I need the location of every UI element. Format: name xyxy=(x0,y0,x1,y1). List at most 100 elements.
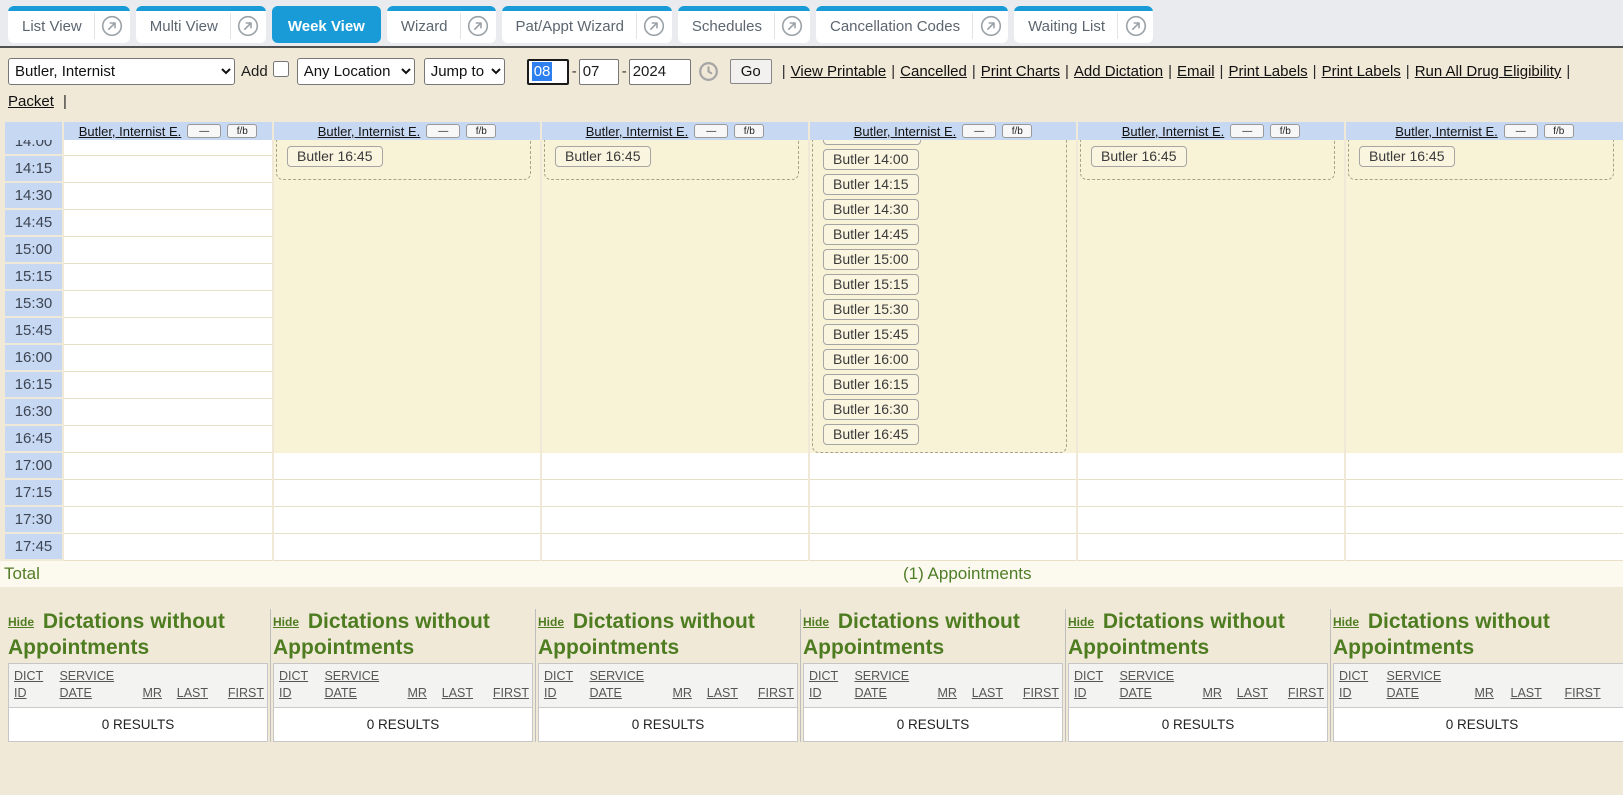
minimize-column-button[interactable]: — xyxy=(694,124,728,138)
provider-link[interactable]: Butler, Internist E. xyxy=(1395,124,1498,139)
popout-icon[interactable] xyxy=(636,13,672,39)
go-button[interactable]: Go xyxy=(730,59,772,84)
jump-to-select[interactable]: Jump to xyxy=(424,58,505,85)
column-header-line2[interactable]: LAST xyxy=(707,685,750,702)
column-header-line1[interactable]: SERVICE xyxy=(59,668,134,685)
column-header-line2[interactable]: FIRST xyxy=(1565,685,1623,702)
column-header-id[interactable]: DICTID xyxy=(539,664,585,708)
column-header-line2[interactable]: LAST xyxy=(972,685,1015,702)
column-header-line2[interactable]: DATE xyxy=(1387,685,1467,702)
column-header-line2[interactable]: FIRST xyxy=(758,685,794,702)
column-header-id[interactable]: DICTID xyxy=(1334,664,1382,708)
appointment-button[interactable]: Butler 15:00 xyxy=(823,249,919,270)
appointment-button[interactable]: Butler 14:45 xyxy=(823,224,919,245)
column-header-line2[interactable]: DATE xyxy=(589,685,664,702)
date-month-input[interactable]: 08 xyxy=(527,59,569,85)
popout-icon[interactable] xyxy=(230,13,266,39)
column-header-first[interactable]: FIRST xyxy=(488,664,533,708)
location-select[interactable]: Any Location xyxy=(297,58,415,85)
column-header-line2[interactable]: ID xyxy=(809,685,846,702)
column-header-line1[interactable]: DICT xyxy=(279,668,316,685)
column-header-line2[interactable]: LAST xyxy=(1511,685,1557,702)
tab-list-view[interactable]: List View xyxy=(8,6,130,43)
column-header-line1[interactable]: SERVICE xyxy=(324,668,399,685)
column-header-line2[interactable]: ID xyxy=(544,685,581,702)
column-header-last[interactable]: LAST xyxy=(1232,664,1283,708)
hide-link[interactable]: Hide xyxy=(1333,615,1359,629)
appointment-button[interactable]: Butler 15:15 xyxy=(823,274,919,295)
provider-link[interactable]: Butler, Internist E. xyxy=(1122,124,1225,139)
column-header-last[interactable]: LAST xyxy=(437,664,488,708)
column-header-line1[interactable]: SERVICE xyxy=(854,668,929,685)
toolbar-link-email[interactable]: Email xyxy=(1177,63,1215,80)
date-day-input[interactable]: 07 xyxy=(579,59,619,85)
column-header-first[interactable]: FIRST xyxy=(1018,664,1063,708)
toolbar-link-print-labels[interactable]: Print Labels xyxy=(1228,63,1307,80)
toolbar-link-print-charts[interactable]: Print Charts xyxy=(981,63,1060,80)
column-header-line2[interactable]: ID xyxy=(1074,685,1111,702)
schedule-day-column-5[interactable]: Butler 16:45 xyxy=(1078,140,1344,561)
popout-icon[interactable] xyxy=(94,13,130,39)
column-header-date[interactable]: SERVICEDATE xyxy=(54,664,137,708)
schedule-day-column-6[interactable]: Butler 16:45 xyxy=(1346,140,1623,561)
tab-schedules[interactable]: Schedules xyxy=(678,6,810,43)
schedule-day-column-2[interactable]: Butler 16:45 xyxy=(274,140,540,561)
appointment-button[interactable]: Butler 16:45 xyxy=(1091,146,1187,167)
column-header-line2[interactable]: DATE xyxy=(59,685,134,702)
column-header-line2[interactable]: FIRST xyxy=(1288,685,1324,702)
appointment-button[interactable]: Butler 15:45 xyxy=(823,324,919,345)
add-checkbox[interactable] xyxy=(273,61,289,77)
column-header-date[interactable]: SERVICEDATE xyxy=(1382,664,1470,708)
column-header-mr[interactable]: MR xyxy=(402,664,436,708)
column-header-line1[interactable]: SERVICE xyxy=(1387,668,1467,685)
hide-link[interactable]: Hide xyxy=(273,615,299,629)
clock-icon[interactable] xyxy=(698,61,719,82)
column-header-line2[interactable]: ID xyxy=(14,685,51,702)
column-header-date[interactable]: SERVICEDATE xyxy=(319,664,402,708)
column-header-date[interactable]: SERVICEDATE xyxy=(1114,664,1197,708)
column-header-line1[interactable]: DICT xyxy=(809,668,846,685)
tab-pat-appt-wizard[interactable]: Pat/Appt Wizard xyxy=(502,6,672,43)
column-header-date[interactable]: SERVICEDATE xyxy=(849,664,932,708)
column-header-line1[interactable]: DICT xyxy=(14,668,51,685)
column-header-mr[interactable]: MR xyxy=(1197,664,1231,708)
appointment-button[interactable]: Butler 16:00 xyxy=(823,349,919,370)
column-header-last[interactable]: LAST xyxy=(967,664,1018,708)
popout-icon[interactable] xyxy=(972,13,1008,39)
column-header-line2[interactable]: MR xyxy=(937,685,963,702)
column-header-line1[interactable]: SERVICE xyxy=(1119,668,1194,685)
column-header-first[interactable]: FIRST xyxy=(753,664,798,708)
provider-select[interactable]: Butler, Internist xyxy=(8,58,235,85)
column-header-line1[interactable]: DICT xyxy=(544,668,581,685)
fb-button[interactable]: f/b xyxy=(734,124,764,138)
appointment-button[interactable]: Butler 16:30 xyxy=(823,399,919,420)
tab-week-view[interactable]: Week View xyxy=(272,6,381,43)
column-header-id[interactable]: DICTID xyxy=(9,664,55,708)
column-header-line2[interactable]: MR xyxy=(142,685,168,702)
appointment-button[interactable]: Butler 14:00 xyxy=(823,149,919,170)
column-header-line2[interactable]: MR xyxy=(1475,685,1503,702)
provider-link[interactable]: Butler, Internist E. xyxy=(586,124,689,139)
appointment-button[interactable]: Butler 16:45 xyxy=(287,146,383,167)
provider-link[interactable]: Butler, Internist E. xyxy=(318,124,421,139)
column-header-mr[interactable]: MR xyxy=(932,664,966,708)
column-header-line2[interactable]: FIRST xyxy=(493,685,529,702)
toolbar-link-add-dictation[interactable]: Add Dictation xyxy=(1074,63,1163,80)
column-header-line2[interactable]: DATE xyxy=(1119,685,1194,702)
hide-link[interactable]: Hide xyxy=(538,615,564,629)
provider-link[interactable]: Butler, Internist E. xyxy=(854,124,957,139)
column-header-mr[interactable]: MR xyxy=(667,664,701,708)
minimize-column-button[interactable]: — xyxy=(962,124,996,138)
date-year-input[interactable]: 2024 xyxy=(629,59,691,85)
appointment-button[interactable]: Butler 14:15 xyxy=(823,174,919,195)
column-header-line1[interactable]: DICT xyxy=(1074,668,1111,685)
fb-button[interactable]: f/b xyxy=(466,124,496,138)
column-header-line2[interactable]: FIRST xyxy=(228,685,264,702)
column-header-line2[interactable]: ID xyxy=(279,685,316,702)
column-header-first[interactable]: FIRST xyxy=(1560,664,1623,708)
schedule-day-column-3[interactable]: Butler 16:45 xyxy=(542,140,808,561)
column-header-line1[interactable]: SERVICE xyxy=(589,668,664,685)
popout-icon[interactable] xyxy=(774,13,810,39)
column-header-line2[interactable]: DATE xyxy=(324,685,399,702)
appointment-button[interactable]: Butler 15:30 xyxy=(823,299,919,320)
